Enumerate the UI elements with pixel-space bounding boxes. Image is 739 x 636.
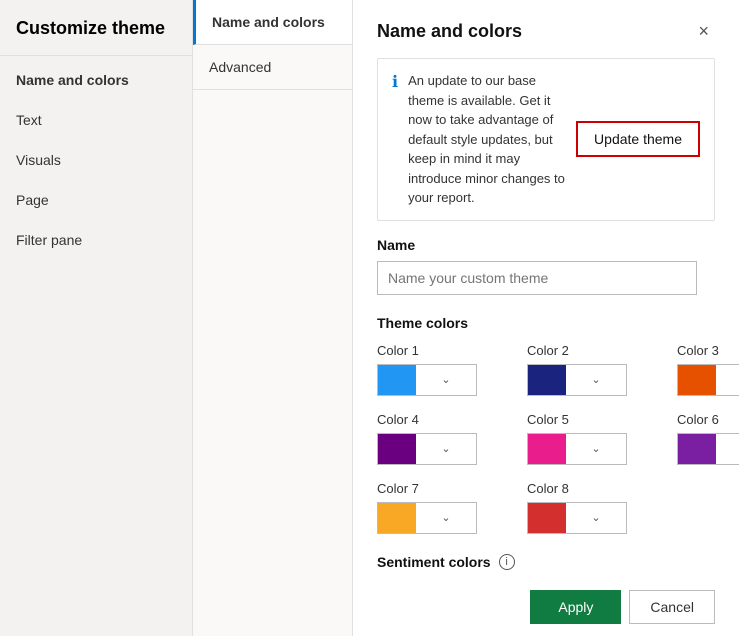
main-title: Name and colors	[377, 21, 522, 42]
color-item-2: Color 2 ⌄	[527, 343, 657, 396]
color-label-6: Color 6	[677, 412, 739, 427]
chevron-down-icon-4: ⌄	[416, 442, 476, 455]
color-item-1: Color 1 ⌄	[377, 343, 507, 396]
main-header: Name and colors ×	[377, 20, 715, 42]
color-label-1: Color 1	[377, 343, 507, 358]
color-label-3: Color 3	[677, 343, 739, 358]
main-panel: Name and colors × ℹ An update to our bas…	[353, 0, 739, 636]
sidebar-nav: Name and colors Text Visuals Page Filter…	[0, 56, 192, 260]
color-swatch-7	[378, 503, 416, 533]
sidebar-item-filter-pane[interactable]: Filter pane	[0, 220, 192, 260]
info-text: An update to our base theme is available…	[408, 71, 566, 208]
color-dropdown-6[interactable]: ⌄	[677, 433, 739, 465]
cancel-button[interactable]: Cancel	[629, 590, 715, 624]
colors-grid: Color 1 ⌄ Color 2 ⌄ Color 3 ⌄	[377, 343, 715, 534]
sidebar: Customize theme Name and colors Text Vis…	[0, 0, 193, 636]
chevron-down-icon-5: ⌄	[566, 442, 626, 455]
name-section-label: Name	[377, 237, 715, 253]
chevron-down-icon-6: ⌄	[716, 442, 739, 455]
color-dropdown-3[interactable]: ⌄	[677, 364, 739, 396]
sidebar-item-name-and-colors[interactable]: Name and colors	[0, 60, 192, 100]
tab-advanced[interactable]: Advanced	[193, 45, 352, 90]
color-swatch-2	[528, 365, 566, 395]
chevron-down-icon-2: ⌄	[566, 373, 626, 386]
color-swatch-3	[678, 365, 716, 395]
color-item-3: Color 3 ⌄	[677, 343, 739, 396]
update-theme-button[interactable]: Update theme	[576, 121, 700, 157]
color-label-2: Color 2	[527, 343, 657, 358]
color-swatch-8	[528, 503, 566, 533]
theme-colors-label: Theme colors	[377, 315, 715, 331]
color-swatch-5	[528, 434, 566, 464]
close-button[interactable]: ×	[692, 20, 715, 42]
color-label-7: Color 7	[377, 481, 507, 496]
sidebar-item-page[interactable]: Page	[0, 180, 192, 220]
color-swatch-6	[678, 434, 716, 464]
color-label-4: Color 4	[377, 412, 507, 427]
info-icon: ℹ	[392, 72, 398, 92]
colors-section: Theme colors Color 1 ⌄ Color 2 ⌄ Color 3	[377, 315, 715, 534]
sentiment-info-icon[interactable]: i	[499, 554, 515, 570]
color-item-5: Color 5 ⌄	[527, 412, 657, 465]
color-item-6: Color 6 ⌄	[677, 412, 739, 465]
chevron-down-icon-3: ⌄	[716, 373, 739, 386]
footer: Apply Cancel	[377, 570, 715, 624]
sidebar-title: Customize theme	[0, 0, 192, 56]
sidebar-item-visuals[interactable]: Visuals	[0, 140, 192, 180]
color-swatch-1	[378, 365, 416, 395]
color-swatch-4	[378, 434, 416, 464]
sentiment-label: Sentiment colors	[377, 554, 491, 570]
info-banner: ℹ An update to our base theme is availab…	[377, 58, 715, 221]
color-dropdown-4[interactable]: ⌄	[377, 433, 477, 465]
sentiment-section: Sentiment colors i	[377, 554, 715, 570]
tabs-panel: Name and colors Advanced	[193, 0, 353, 636]
color-dropdown-5[interactable]: ⌄	[527, 433, 627, 465]
chevron-down-icon-1: ⌄	[416, 373, 476, 386]
tab-name-and-colors[interactable]: Name and colors	[193, 0, 352, 45]
color-dropdown-7[interactable]: ⌄	[377, 502, 477, 534]
chevron-down-icon-8: ⌄	[566, 511, 626, 524]
color-label-5: Color 5	[527, 412, 657, 427]
color-label-8: Color 8	[527, 481, 657, 496]
color-item-7: Color 7 ⌄	[377, 481, 507, 534]
apply-button[interactable]: Apply	[530, 590, 621, 624]
color-dropdown-8[interactable]: ⌄	[527, 502, 627, 534]
color-dropdown-1[interactable]: ⌄	[377, 364, 477, 396]
color-dropdown-2[interactable]: ⌄	[527, 364, 627, 396]
color-item-4: Color 4 ⌄	[377, 412, 507, 465]
sidebar-item-text[interactable]: Text	[0, 100, 192, 140]
theme-name-input[interactable]	[377, 261, 697, 295]
chevron-down-icon-7: ⌄	[416, 511, 476, 524]
color-item-8: Color 8 ⌄	[527, 481, 657, 534]
